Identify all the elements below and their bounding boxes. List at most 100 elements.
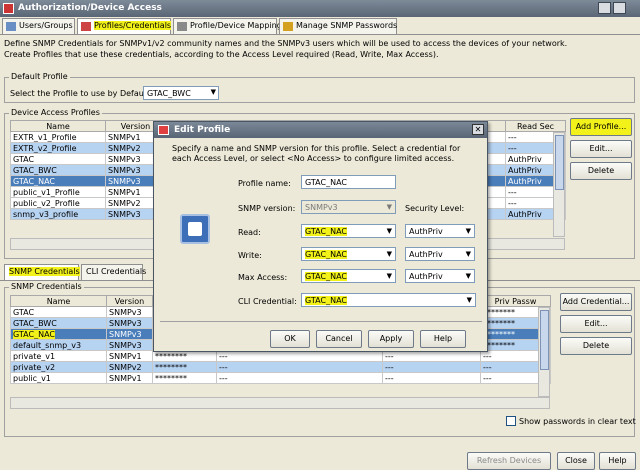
max-access-security-select[interactable]: AuthPriv ▼ — [405, 269, 475, 283]
tab-cli-credentials[interactable]: CLI Credentials — [81, 264, 147, 280]
selected-value: GTAC_BWC — [147, 89, 191, 98]
cell-text: GTAC_NAC — [13, 329, 55, 339]
column-header[interactable]: Priv Passw — [480, 295, 551, 307]
credentials-scrollbar[interactable] — [538, 307, 550, 397]
write-label: Write: — [238, 251, 262, 260]
tab-users-groups[interactable]: Users/Groups — [2, 18, 75, 34]
chevron-down-icon: ▼ — [386, 227, 392, 235]
selected-value: GTAC_NAC — [305, 272, 347, 281]
cell: EXTR_v2_Profile — [10, 142, 106, 154]
edit-profile-button[interactable]: Edit... — [570, 140, 632, 158]
column-header[interactable]: Version — [106, 295, 153, 307]
page-description: Define SNMP Credentials for SNMPv1/v2 co… — [4, 38, 634, 60]
default-profile-label: Select the Profile to use by Default — [10, 89, 150, 98]
window-title-bar: Authorization/Device Access — [0, 0, 640, 17]
cell: SNMPv1 — [106, 350, 153, 362]
snmp-version-select: SNMPv3 ▼ — [301, 200, 396, 214]
delete-credential-button[interactable]: Delete — [560, 337, 632, 355]
close-button[interactable]: Close — [557, 452, 595, 470]
column-header[interactable]: Name — [10, 120, 106, 132]
minimize-icon[interactable] — [598, 2, 611, 14]
close-icon[interactable]: ✕ — [472, 124, 484, 135]
cell: EXTR_v1_Profile — [10, 131, 106, 143]
maximize-icon[interactable] — [613, 2, 626, 14]
dialog-help-button[interactable]: Help — [420, 330, 466, 348]
key-icon — [81, 22, 91, 31]
tab-profile-device-mapping[interactable]: Profile/Device Mapping — [173, 18, 282, 34]
cell: GTAC_NAC — [10, 328, 107, 340]
profile-name-label: Profile name: — [238, 179, 291, 188]
chevron-down-icon: ▼ — [386, 272, 392, 280]
write-credential-select[interactable]: GTAC_NAC ▼ — [301, 247, 396, 261]
cell: GTAC — [10, 153, 106, 165]
default-profile-select[interactable]: GTAC_BWC ▼ — [143, 86, 219, 100]
refresh-devices-button[interactable]: Refresh Devices — [467, 452, 551, 470]
dialog-separator — [160, 321, 482, 322]
profile-name-input[interactable]: GTAC_NAC — [301, 175, 396, 189]
cell: SNMPv1 — [106, 372, 153, 384]
cell: SNMPv3 — [106, 339, 153, 351]
column-header[interactable]: Name — [10, 295, 107, 307]
help-button[interactable]: Help — [599, 452, 636, 470]
description-line: Create Profiles that use these credentia… — [4, 50, 439, 59]
edit-profile-dialog: Edit Profile ✕ Specify a name and SNMP v… — [153, 121, 488, 352]
selected-value: GTAC_NAC — [305, 296, 347, 305]
mapping-icon — [177, 22, 187, 31]
cli-credential-select[interactable]: GTAC_NAC ▼ — [301, 293, 476, 307]
edit-credential-button[interactable]: Edit... — [560, 315, 632, 333]
cell: SNMPv3 — [106, 306, 153, 318]
selected-value: AuthPriv — [409, 227, 443, 236]
group-label: Default Profile — [9, 72, 70, 81]
tab-label: CLI Credentials — [86, 267, 147, 276]
cell: ******** — [152, 361, 217, 373]
tab-snmp-credentials[interactable]: SNMP Credentials — [4, 264, 80, 280]
profiles-scrollbar[interactable] — [553, 132, 565, 237]
cancel-button[interactable]: Cancel — [316, 330, 362, 348]
cell: --- — [382, 372, 481, 384]
profile-card-icon — [180, 214, 210, 244]
read-security-select[interactable]: AuthPriv ▼ — [405, 224, 475, 238]
add-profile-button[interactable]: Add Profile... — [570, 118, 632, 136]
description-line: Define SNMP Credentials for SNMPv1/v2 co… — [4, 39, 568, 48]
table-row[interactable]: public_v1 SNMPv1 ******** --- --- --- — [10, 372, 551, 384]
scrollbar-thumb[interactable] — [555, 135, 564, 190]
chevron-down-icon: ▼ — [210, 88, 216, 96]
chevron-down-icon: ▼ — [386, 203, 392, 211]
cell: SNMPv3 — [106, 328, 153, 340]
table-row[interactable]: private_v2 SNMPv2 ******** --- --- --- — [10, 361, 551, 373]
cell: default_snmp_v3 — [10, 339, 107, 351]
add-credential-button[interactable]: Add Credential... — [560, 293, 632, 311]
lock-icon — [283, 22, 293, 31]
cell: public_v1_Profile — [10, 186, 106, 198]
dialog-title-bar: Edit Profile ✕ — [154, 122, 487, 138]
selected-value: SNMPv3 — [305, 203, 338, 212]
read-credential-select[interactable]: GTAC_NAC ▼ — [301, 224, 396, 238]
tab-label: SNMP Credentials — [9, 267, 80, 276]
cell: --- — [216, 350, 383, 362]
ok-button[interactable]: OK — [270, 330, 310, 348]
cell: public_v2_Profile — [10, 197, 106, 209]
selected-value: AuthPriv — [409, 250, 443, 259]
cell: --- — [382, 350, 481, 362]
max-access-credential-select[interactable]: GTAC_NAC ▼ — [301, 269, 396, 283]
apply-button[interactable]: Apply — [368, 330, 414, 348]
cell: snmp_v3_profile — [10, 208, 106, 220]
tab-profiles-credentials[interactable]: Profiles/Credentials — [77, 18, 172, 34]
group-label: SNMP Credentials — [9, 282, 84, 291]
show-passwords-checkbox[interactable] — [506, 416, 516, 426]
write-security-select[interactable]: AuthPriv ▼ — [405, 247, 475, 261]
cell: GTAC — [10, 306, 107, 318]
credentials-h-scrollbar[interactable] — [10, 397, 550, 409]
scrollbar-thumb[interactable] — [540, 310, 549, 370]
cell: SNMPv3 — [106, 317, 153, 329]
cell: --- — [216, 372, 383, 384]
delete-profile-button[interactable]: Delete — [570, 162, 632, 180]
chevron-down-icon: ▼ — [465, 227, 471, 235]
cell: ******** — [152, 372, 217, 384]
tab-manage-snmp-passwords[interactable]: Manage SNMP Passwords — [279, 18, 397, 34]
table-row[interactable]: private_v1 SNMPv1 ******** --- --- --- — [10, 350, 551, 362]
tab-label: Profile/Device Mapping — [190, 21, 282, 30]
chevron-down-icon: ▼ — [465, 272, 471, 280]
cell: public_v1 — [10, 372, 107, 384]
column-header[interactable]: Read Sec — [505, 120, 566, 132]
